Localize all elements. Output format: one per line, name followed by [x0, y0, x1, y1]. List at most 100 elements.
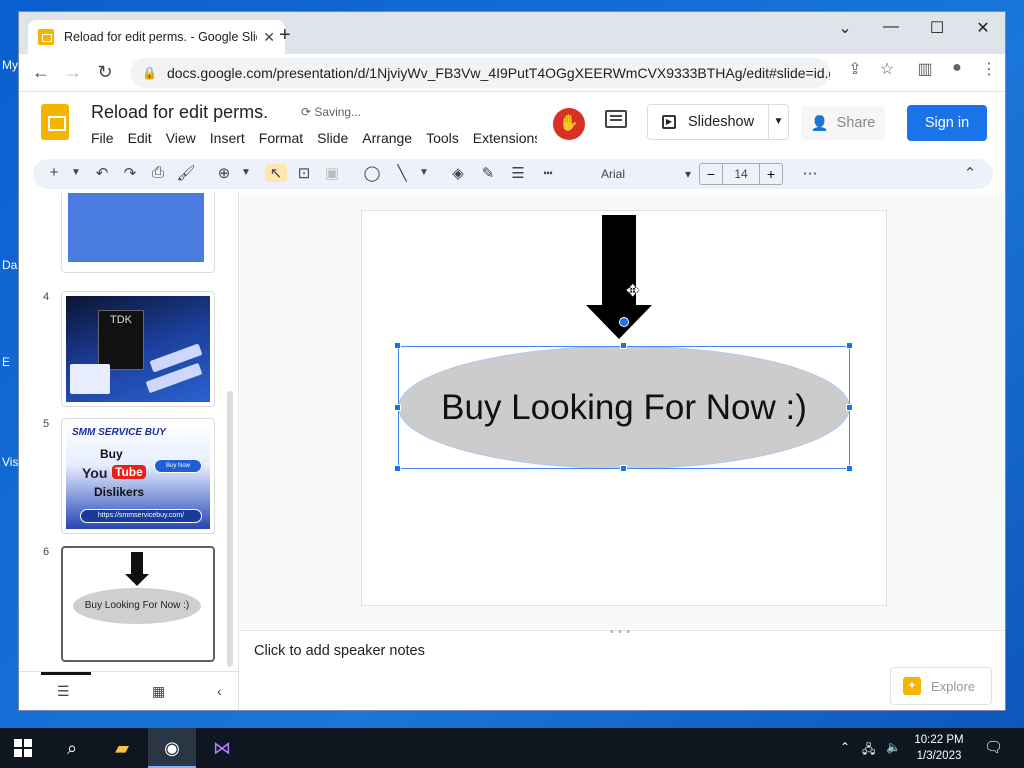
url-text[interactable]: docs.google.com/presentation/d/1NjviyWv_… — [167, 65, 830, 81]
new-slide-icon[interactable]: + — [43, 164, 65, 181]
address-bar-row: ← → ↻ 🔒 docs.google.com/presentation/d/1… — [19, 54, 1005, 92]
desktop-icon-label[interactable]: E — [2, 355, 10, 369]
more-options-icon[interactable]: ⋯ — [799, 164, 821, 182]
print-icon[interactable]: ⎙ — [147, 164, 169, 181]
omnibox[interactable]: 🔒 docs.google.com/presentation/d/1NjviyW… — [130, 58, 830, 88]
speaker-notes[interactable]: • • • Click to add speaker notes ✦ Explo… — [240, 627, 1005, 710]
desktop-icon-label[interactable]: Vis — [2, 455, 18, 469]
grid-view-icon[interactable]: ▦ — [152, 683, 165, 700]
zoom-dropdown-icon[interactable]: ▼ — [235, 167, 257, 178]
rotation-handle[interactable] — [619, 317, 629, 327]
visual-studio-icon[interactable]: ⋈ — [198, 728, 246, 768]
chrome-taskbar-icon[interactable]: ◉ — [148, 728, 196, 768]
save-status: ⟳ Saving... — [301, 105, 361, 119]
document-title[interactable]: Reload for edit perms. — [91, 102, 268, 123]
search-icon[interactable]: ⌕ — [48, 728, 96, 768]
select-tool-icon[interactable]: ↖ — [265, 164, 287, 182]
resize-handle-ne[interactable] — [846, 342, 853, 349]
speaker-notes-placeholder[interactable]: Click to add speaker notes — [254, 643, 425, 659]
chrome-menu-icon[interactable]: ⋮ — [973, 59, 1005, 79]
menu-edit[interactable]: Edit — [128, 130, 152, 146]
text-box-icon[interactable]: ⊡ — [293, 164, 315, 182]
line-icon[interactable]: ╲ — [391, 164, 413, 182]
border-color-icon[interactable]: ✎ — [477, 164, 499, 182]
menu-insert[interactable]: Insert — [210, 130, 245, 146]
explore-label: Explore — [931, 678, 976, 694]
line-dropdown-icon[interactable]: ▼ — [413, 167, 435, 178]
back-icon[interactable]: ← — [25, 62, 57, 83]
new-tab-button[interactable]: + — [279, 24, 291, 47]
browser-tab[interactable]: Reload for edit perms. - Google Slides ✕ — [28, 20, 285, 54]
volume-icon[interactable]: 🔈 — [886, 740, 901, 754]
slide-thumbnail-4[interactable]: TDK — [61, 291, 215, 407]
system-clock[interactable]: 10:22 PM 1/3/2023 — [906, 732, 972, 764]
network-icon[interactable]: 🖧 — [862, 740, 875, 761]
explore-button[interactable]: ✦ Explore — [890, 667, 992, 705]
sign-in-button[interactable]: Sign in — [907, 105, 987, 141]
minimize-button[interactable]: — — [868, 18, 914, 36]
slide-canvas[interactable]: Buy Looking For Now :) ✥ — [362, 211, 886, 605]
slide-filmstrip: 4 TDK 5 SMM SERVICE BUY Buy You Tube Dis… — [19, 193, 239, 671]
editing-toolbar: + ▼ ↶ ↷ ⎙ 🖌 ⊕ ▼ ↖ ⊡ ▣ ◯ ╲ ▼ ◈ ✎ ☰ ┅ Aria… — [33, 159, 993, 189]
menu-view[interactable]: View — [166, 130, 196, 146]
menu-format[interactable]: Format — [259, 130, 303, 146]
comment-history-icon[interactable] — [605, 110, 627, 128]
start-button[interactable] — [14, 739, 32, 757]
increase-font-size-button[interactable]: + — [759, 163, 783, 185]
undo-icon[interactable]: ↶ — [91, 164, 113, 182]
resize-handle-se[interactable] — [846, 465, 853, 472]
collapse-filmstrip-icon[interactable]: ‹ — [217, 683, 222, 699]
menu-extensions[interactable]: Extensions — [473, 130, 537, 146]
tab-search-icon[interactable]: ⌄ — [822, 18, 868, 38]
image-icon[interactable]: ▣ — [321, 164, 343, 182]
menu-slide[interactable]: Slide — [317, 130, 348, 146]
reload-icon[interactable]: ↻ — [89, 62, 121, 83]
new-slide-dropdown-icon[interactable]: ▼ — [65, 167, 87, 178]
decrease-font-size-button[interactable]: − — [699, 163, 723, 185]
lock-icon[interactable]: 🔒 — [142, 66, 157, 80]
slide-thumbnail-3[interactable] — [61, 193, 215, 273]
shape-icon[interactable]: ◯ — [361, 164, 383, 182]
close-window-button[interactable]: ✕ — [960, 18, 1005, 38]
maximize-button[interactable]: ☐ — [914, 18, 960, 38]
slides-logo-icon[interactable] — [41, 104, 69, 140]
zoom-icon[interactable]: ⊕ — [213, 164, 235, 182]
fill-color-icon[interactable]: ◈ — [447, 164, 469, 182]
profile-avatar-icon[interactable]: ● — [941, 59, 973, 79]
slide-thumbnail-5[interactable]: SMM SERVICE BUY Buy You Tube Dislikers B… — [61, 418, 215, 534]
menu-arrange[interactable]: Arrange — [362, 130, 412, 146]
show-hidden-icons[interactable]: ⌃ — [840, 740, 850, 754]
redo-icon[interactable]: ↷ — [119, 164, 141, 182]
bookmark-star-icon[interactable]: ☆ — [871, 59, 903, 79]
resize-handle-sw[interactable] — [394, 465, 401, 472]
file-explorer-icon[interactable]: ▰ — [98, 728, 146, 768]
forward-icon[interactable]: → — [57, 62, 89, 83]
paint-format-icon[interactable]: 🖌 — [175, 164, 197, 182]
font-selector[interactable]: Arial — [599, 163, 691, 185]
menu-tools[interactable]: Tools — [426, 130, 459, 146]
slideshow-dropdown-icon[interactable]: ▼ — [768, 105, 788, 139]
notifications-icon[interactable]: 🗨 — [984, 738, 1003, 756]
share-button[interactable]: 👤 Share — [801, 106, 885, 140]
notes-resize-grip[interactable]: • • • — [610, 627, 631, 638]
menu-file[interactable]: File — [91, 130, 114, 146]
extension-icon[interactable]: ✋ — [553, 108, 585, 140]
resize-handle-w[interactable] — [394, 404, 401, 411]
font-size-field[interactable]: 14 — [723, 163, 759, 185]
slide-thumbnail-6[interactable]: Buy Looking For Now :) — [61, 546, 215, 662]
desktop-icon-label[interactable]: Da — [2, 258, 17, 272]
border-weight-icon[interactable]: ☰ — [507, 164, 529, 182]
resize-handle-nw[interactable] — [394, 342, 401, 349]
share-page-icon[interactable]: ⇪ — [839, 59, 871, 79]
close-tab-icon[interactable]: ✕ — [263, 29, 275, 46]
filmstrip-view-icon[interactable]: ☰ — [57, 683, 70, 700]
filmstrip-scrollbar[interactable] — [227, 391, 233, 667]
desktop-icon-label[interactable]: My — [2, 58, 18, 72]
collapse-toolbar-icon[interactable]: ⌃ — [959, 164, 981, 182]
resize-handle-e[interactable] — [846, 404, 853, 411]
border-dash-icon[interactable]: ┅ — [537, 164, 559, 182]
slideshow-button[interactable]: ▶ Slideshow ▼ — [647, 104, 789, 140]
side-panel-icon[interactable]: ▥ — [909, 59, 941, 79]
resize-handle-n[interactable] — [620, 342, 627, 349]
resize-handle-s[interactable] — [620, 465, 627, 472]
